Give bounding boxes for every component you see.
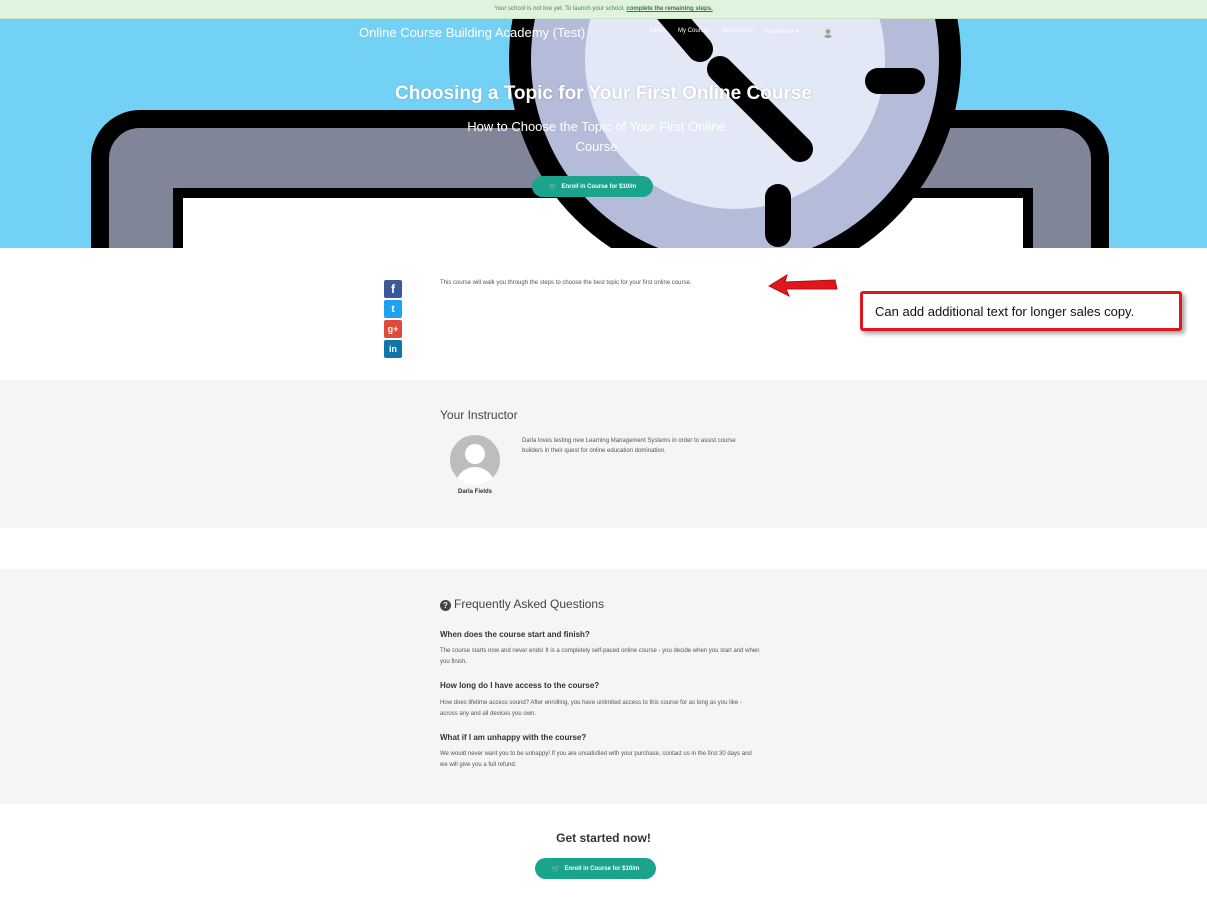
instructor-name: Darla Fields [457, 489, 492, 495]
twitter-share-icon[interactable]: t [384, 300, 402, 318]
nav-preview-as[interactable]: Preview as ▾ [765, 28, 799, 35]
nav-admin[interactable]: Admin [649, 28, 666, 35]
faq-question-1: When does the course start and finish? [440, 630, 590, 639]
faq-heading: ? Frequently Asked Questions [440, 597, 604, 611]
googleplus-share-icon[interactable]: g+ [384, 320, 402, 338]
linkedin-share-icon[interactable]: in [384, 340, 402, 358]
hero-banner: Online Course Building Academy (Test) Ad… [0, 19, 1207, 248]
instructor-avatar-icon [450, 435, 500, 485]
annotation-callout: Can add additional text for longer sales… [860, 291, 1182, 331]
instructor-heading: Your Instructor [440, 408, 518, 422]
annotation-arrow-icon [767, 273, 838, 298]
faq-answer-3: We would never want you to be unhappy! I… [440, 751, 752, 768]
faq-question-3: What if I am unhappy with the course? [440, 733, 587, 742]
question-circle-icon: ? [440, 600, 451, 611]
school-brand-name[interactable]: Online Course Building Academy (Test) [359, 25, 585, 40]
cart-icon: 🛒 [548, 183, 558, 191]
top-nav: Admin My Courses All Courses Preview as … [649, 28, 799, 35]
annotation-text: Can add additional text for longer sales… [875, 303, 1135, 319]
hero-enroll-label: Enroll in Course for $10/m [561, 183, 637, 190]
get-started-heading: Get started now! [556, 831, 651, 845]
hero-enroll-button[interactable]: 🛒 Enroll in Course for $10/m [532, 176, 653, 197]
bottom-enroll-button[interactable]: 🛒 Enroll in Course for $10/m [535, 858, 656, 879]
cart-icon: 🛒 [551, 865, 561, 873]
course-description: This course will walk you through the st… [440, 280, 692, 286]
launch-notice-text: Your school is not live yet. To launch y… [494, 6, 625, 12]
facebook-share-icon[interactable]: f [384, 280, 402, 298]
page: Your school is not live yet. To launch y… [0, 0, 1207, 911]
complete-steps-link[interactable]: complete the remaining steps. [626, 6, 712, 12]
faq-question-2: How long do I have access to the course? [440, 681, 600, 690]
faq-answer-2: How does lifetime access sound? After en… [440, 700, 742, 717]
launch-notice-bar: Your school is not live yet. To launch y… [0, 0, 1207, 19]
user-avatar-icon[interactable] [822, 26, 834, 38]
bottom-enroll-label: Enroll in Course for $10/m [564, 865, 640, 872]
nav-all-courses[interactable]: All Courses [722, 28, 753, 35]
instructor-bio: Darla loves testing new Learning Managem… [522, 438, 736, 454]
faq-answer-1: The course starts now and never ends! It… [440, 648, 760, 665]
nav-my-courses[interactable]: My Courses [678, 28, 710, 35]
course-title: Choosing a Topic for Your First Online C… [395, 83, 812, 104]
course-subtitle: How to Choose the Topic of Your First On… [467, 119, 726, 154]
